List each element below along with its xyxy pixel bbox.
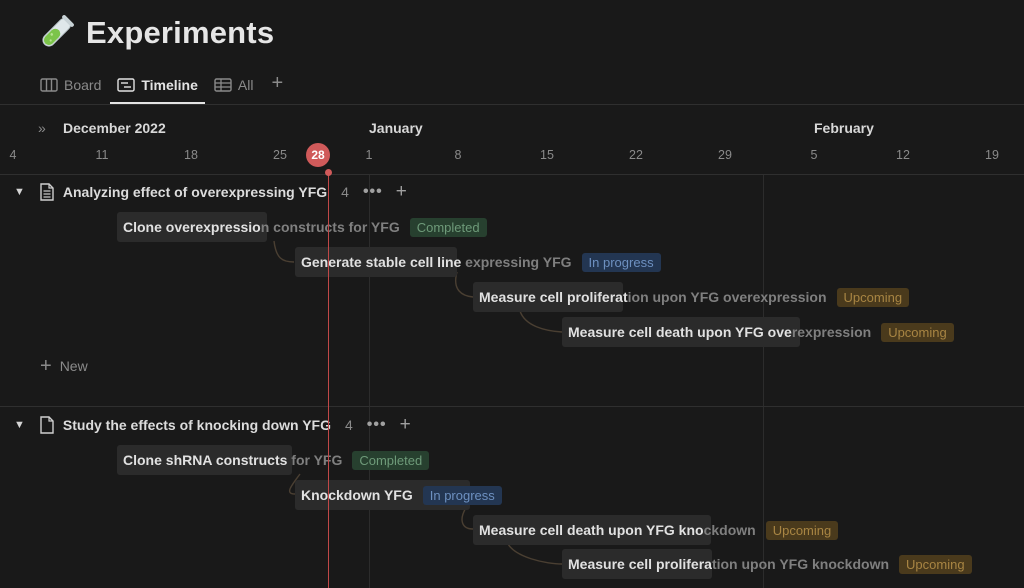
task-item[interactable]: Measure cell death upon YFG overexpressi… [568,317,954,347]
status-badge: Completed [409,217,487,237]
new-item-label: New [59,358,88,374]
task-name: Measure cell death upon YFG knockdown [479,522,756,538]
today-line [328,172,329,588]
today-dot [325,169,332,176]
group-divider [0,406,1024,407]
group-title[interactable]: Analyzing effect of overexpressing YFG [63,184,327,200]
new-item-button[interactable]: + New [40,355,88,377]
task-item[interactable]: Measure cell proliferation upon YFG over… [479,282,910,312]
group-header: ▼ Analyzing effect of overexpressing YFG… [14,179,407,205]
group-header: ▼ Study the effects of knocking down YFG… [14,412,411,438]
status-badge: In progress [422,485,502,505]
status-badge: Upcoming [836,287,910,307]
task-name: Clone overexpression constructs for YFG [123,219,400,235]
task-item[interactable]: Generate stable cell line expressing YFG… [301,247,661,277]
task-name: Clone shRNA constructs for YFG [123,452,343,468]
connector-arrow [273,240,295,263]
status-badge: Upcoming [765,520,839,540]
task-name: Knockdown YFG [301,487,413,503]
status-badge: Upcoming [899,554,972,574]
document-icon [40,183,54,201]
task-name: Measure cell proliferation upon YFG over… [479,289,827,305]
triangle-down-icon[interactable]: ▼ [14,186,25,198]
triangle-down-icon[interactable]: ▼ [14,419,25,431]
task-name: Measure cell proliferation upon YFG knoc… [568,556,890,572]
more-options-icon[interactable]: ••• [367,416,387,434]
connector-arrow [519,310,563,333]
status-badge: Upcoming [881,322,954,342]
add-item-icon[interactable]: + [400,415,411,434]
status-badge: Completed [352,450,430,470]
page-icon [40,416,54,434]
task-item[interactable]: Measure cell death upon YFG knockdown Up… [479,515,839,545]
group-count: 4 [341,184,349,200]
task-item[interactable]: Clone shRNA constructs for YFG Completed [123,445,430,475]
add-item-icon[interactable]: + [396,182,407,201]
plus-icon: + [40,355,52,377]
group-title[interactable]: Study the effects of knocking down YFG [63,417,331,433]
group-count: 4 [345,417,353,433]
task-item[interactable]: Knockdown YFG In progress [301,480,502,510]
more-options-icon[interactable]: ••• [363,183,383,201]
status-badge: In progress [581,252,661,272]
task-name: Generate stable cell line expressing YFG [301,254,572,270]
task-item[interactable]: Clone overexpression constructs for YFG … [123,212,487,242]
task-item[interactable]: Measure cell proliferation upon YFG knoc… [568,549,972,579]
task-name: Measure cell death upon YFG overexpressi… [568,324,872,340]
